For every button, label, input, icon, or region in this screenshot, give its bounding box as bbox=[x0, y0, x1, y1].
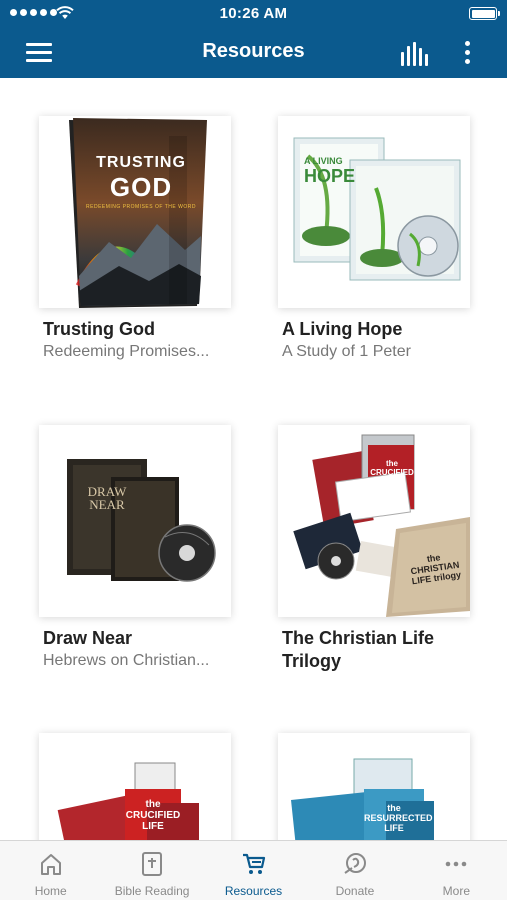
resource-cover-image: the RESURRECTED LIFE bbox=[278, 733, 470, 840]
cover-title-line-1: A LIVING bbox=[304, 156, 343, 166]
tab-more[interactable]: More bbox=[406, 841, 507, 900]
resource-title: Trusting God bbox=[43, 319, 155, 339]
tab-label: Resources bbox=[224, 884, 283, 898]
tab-donate[interactable]: Donate bbox=[304, 841, 405, 900]
donate-icon bbox=[344, 853, 366, 874]
cover-title: DRAW NEAR bbox=[77, 485, 137, 511]
battery-icon bbox=[469, 7, 500, 20]
resource-cover-image: A LIVING HOPE bbox=[278, 116, 470, 308]
resource-subtitle: A Study of 1 Peter bbox=[282, 343, 411, 360]
tab-resources[interactable]: Resources bbox=[203, 841, 304, 900]
status-bar: 10:26 AM bbox=[0, 0, 507, 28]
cover-title-line-1: the CRUCIFIED LIFE bbox=[370, 459, 414, 486]
status-time: 10:26 AM bbox=[219, 5, 288, 22]
more-dots-icon bbox=[446, 861, 467, 867]
tab-label: Home bbox=[34, 884, 67, 898]
resource-card[interactable]: TRUSTING GOD REDEEMING PROMISES OF THE W… bbox=[39, 116, 239, 363]
cover-title-line-1: the CRUCIFIED LIFE bbox=[125, 799, 181, 832]
resource-cover-image: DRAW NEAR bbox=[39, 425, 231, 617]
cart-icon bbox=[242, 853, 265, 874]
resource-cover-image: the CRUCIFIED LIFE the CHRISTIAN LIFE tr… bbox=[278, 425, 470, 617]
resource-card[interactable]: DRAW NEAR Draw Near Hebrews on Christian.… bbox=[39, 425, 239, 672]
cover-title-line-2: NEAR bbox=[89, 497, 125, 512]
resource-title: The Christian Life Trilogy bbox=[282, 628, 435, 671]
resources-grid: TRUSTING GOD REDEEMING PROMISES OF THE W… bbox=[0, 78, 507, 840]
resource-title: A Living Hope bbox=[282, 319, 403, 339]
resource-card[interactable]: the CRUCIFIED LIFE the CHRISTIAN LIFE tr… bbox=[278, 425, 478, 673]
tab-label: Donate bbox=[335, 884, 375, 898]
resource-cover-image: the CRUCIFIED LIFE bbox=[39, 733, 231, 840]
tab-label: Bible Reading bbox=[114, 884, 190, 898]
hamburger-menu-icon[interactable] bbox=[20, 39, 58, 67]
resource-card[interactable]: A LIVING HOPE A Living Hope A Study of 1… bbox=[278, 116, 478, 363]
home-icon bbox=[40, 854, 61, 875]
resource-subtitle: Redeeming Promises... bbox=[43, 343, 210, 360]
bible-icon bbox=[142, 852, 163, 876]
top-bar: 10:26 AM Resources bbox=[0, 0, 507, 78]
cover-title-line-2: HOPE bbox=[304, 166, 356, 186]
resource-cover-image: TRUSTING GOD REDEEMING PROMISES OF THE W… bbox=[39, 116, 231, 308]
navigation-bar: Resources bbox=[0, 28, 507, 78]
cover-tagline: REDEEMING PROMISES OF THE WORD bbox=[86, 204, 196, 210]
resource-card[interactable]: the CRUCIFIED LIFE bbox=[39, 733, 239, 840]
tab-bible-reading[interactable]: Bible Reading bbox=[101, 841, 202, 900]
vertical-more-icon[interactable] bbox=[456, 38, 480, 68]
page-title: Resources bbox=[202, 40, 305, 62]
cover-title-line-1: the RESURRECTED LIFE bbox=[364, 803, 433, 833]
tab-bar: Home Bible Reading Resources Donate More bbox=[0, 840, 507, 900]
bar-chart-icon[interactable] bbox=[398, 40, 430, 68]
app-screen: 10:26 AM Resources TRUSTING GOD REDEEMIN… bbox=[0, 0, 507, 900]
cover-title-line-1: TRUSTING bbox=[96, 154, 186, 171]
tab-home[interactable]: Home bbox=[0, 841, 101, 900]
resource-card[interactable]: the RESURRECTED LIFE bbox=[278, 733, 478, 840]
resource-subtitle: Hebrews on Christian... bbox=[43, 652, 210, 669]
resource-title: Draw Near bbox=[43, 628, 133, 648]
tab-label: More bbox=[442, 884, 470, 898]
cover-title-line-2: GOD bbox=[109, 172, 173, 202]
